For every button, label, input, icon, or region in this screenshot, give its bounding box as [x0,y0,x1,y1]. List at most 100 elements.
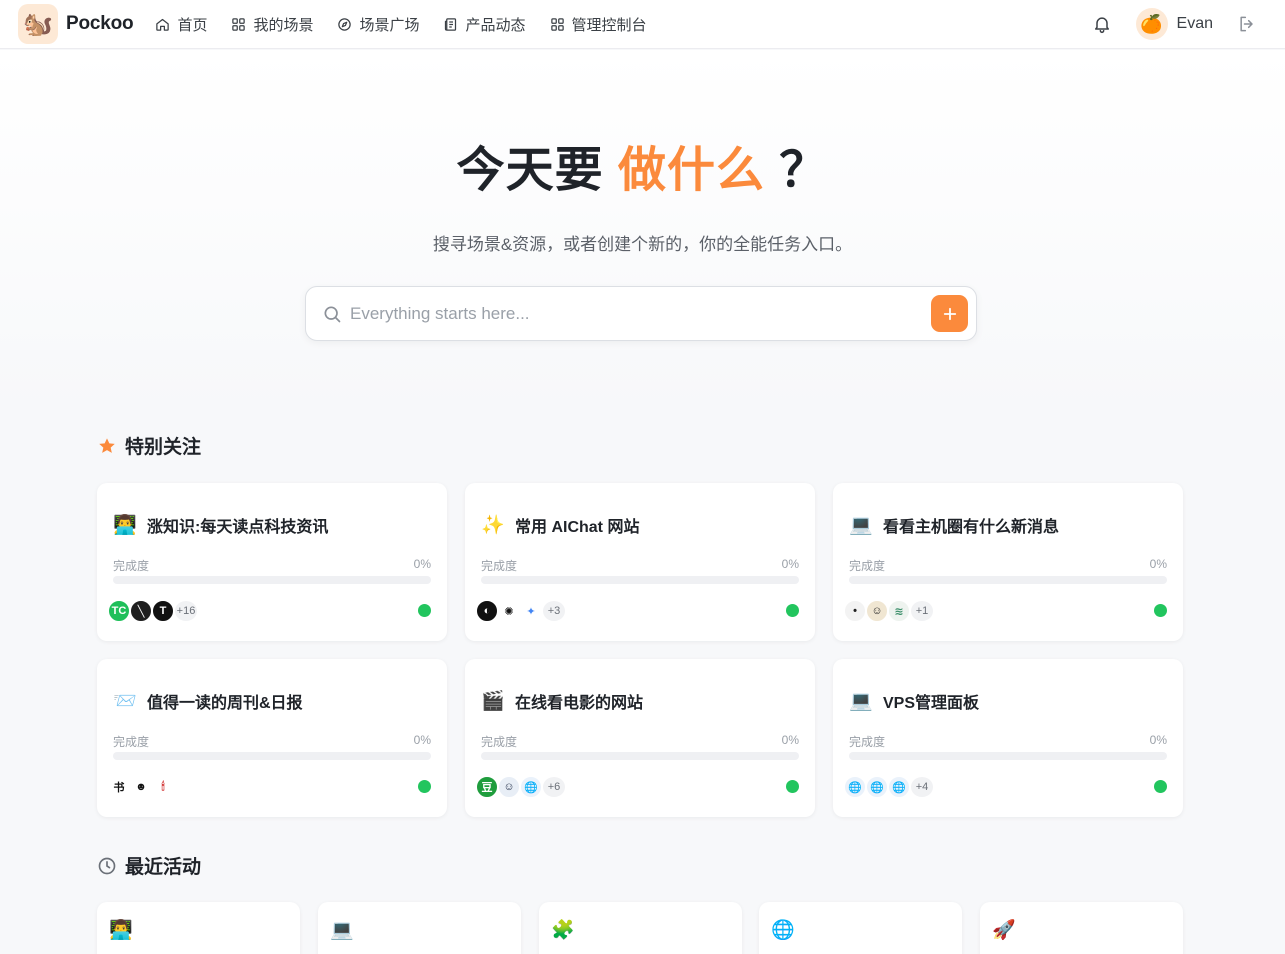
resource-icon: ≋ [887,599,911,623]
recent-activity-card[interactable]: 💻 [318,902,521,954]
progress-value: 0% [413,733,431,747]
progress-value: 0% [781,733,799,747]
more-resources-badge: +3 [541,599,567,623]
recent-activity-card[interactable]: 🚀 [980,902,1183,954]
logout-icon[interactable] [1237,14,1257,34]
scene-card[interactable]: 💻 看看主机圈有什么新消息 完成度 0% • ☺ ≋ +1 [833,483,1183,641]
progress-value: 0% [781,557,799,571]
progress-bar [849,576,1167,584]
scene-emoji-icon: 🚀 [992,920,1016,941]
resource-icon: 🌐 [865,775,889,799]
resource-icons: 🌐 🌐 🌐 +4 [843,775,935,799]
resource-icon: 🌐 [887,775,911,799]
progress-value: 0% [1149,557,1167,571]
create-scene-button[interactable] [931,295,968,332]
more-resources-badge: +16 [173,599,199,623]
status-indicator [418,604,431,617]
progress-label: 完成度 [481,559,518,573]
scene-emoji-icon: 🌐 [771,920,795,941]
nav-item-my-scenes[interactable]: 我的场景 [231,14,313,35]
resource-icon: 🕯 [151,775,175,799]
scene-title: VPS管理面板 [883,695,980,712]
search-input[interactable] [350,303,910,324]
progress-bar [113,576,431,584]
hero-subtitle: 搜寻场景&资源，或者创建个新的，你的全能任务入口。 [432,235,853,254]
section-title-text: 特别关注 [125,437,202,458]
scene-card[interactable]: 🎬 在线看电影的网站 完成度 0% 豆 ☺ 🌐 +6 [465,659,815,817]
scene-card[interactable]: 📨 值得一读的周刊&日报 完成度 0% 书 ☻ 🕯 [97,659,447,817]
favorites-section-title: 特别关注 [97,432,201,459]
resource-icons: TC ╲ T +16 [107,599,199,623]
app-logo: 🐿️ [18,4,58,44]
scene-emoji-icon: 🎬 [481,691,505,712]
status-indicator [418,780,431,793]
nav-item-label: 产品动态 [465,16,526,34]
nav-item-product-news[interactable]: 产品动态 [443,14,526,35]
nav-item-admin-console[interactable]: 管理控制台 [550,14,647,35]
progress-label: 完成度 [849,735,886,749]
clock-icon [98,857,116,874]
progress-bar [481,576,799,584]
resource-icon: T [151,599,175,623]
avatar[interactable]: 🍊 [1135,8,1168,40]
section-title-text: 最近活动 [125,857,202,878]
progress-label: 完成度 [113,735,150,749]
card-header: 🎬 在线看电影的网站 [481,689,643,713]
recent-activity-card[interactable]: 🌐 [759,902,962,954]
hero-title-accent: 做什么 [617,144,765,197]
more-resources-badge: +6 [541,775,567,799]
scene-title: 常用 AIChat 网站 [515,519,640,536]
recent-section-title: 最近活动 [97,852,201,879]
app-name: Pockoo [66,13,134,34]
recent-activity-card[interactable]: 🧩 [539,902,742,954]
progress-value: 0% [413,557,431,571]
star-icon [99,437,115,453]
resource-icons: 书 ☻ 🕯 [107,775,175,799]
nav-item-label: 场景广场 [359,16,420,34]
bell-icon[interactable] [1092,14,1112,34]
scene-emoji-icon: 👨‍💻 [109,920,133,941]
progress-bar [481,752,799,760]
scene-emoji-icon: 🧩 [551,920,575,941]
scene-card[interactable]: ✨ 常用 AIChat 网站 完成度 0% ◐ ✺ ✦ +3 [465,483,815,641]
user-name[interactable]: Evan [1177,15,1213,33]
grid-icon [232,17,246,31]
progress-bar [849,752,1167,760]
search-icon [324,306,341,322]
status-indicator [1154,780,1167,793]
main-nav: 首页 我的场景 场景广场 产品动态 管理控制台 [155,14,670,35]
scene-emoji-icon: 💻 [849,515,873,536]
resource-icon: ╲ [129,599,153,623]
news-icon [445,17,457,31]
user-area: 🍊 Evan [1092,8,1257,40]
card-header: 💻 VPS管理面板 [849,689,979,713]
nav-item-label: 管理控制台 [571,16,647,34]
nav-item-label: 我的场景 [253,16,314,34]
compass-icon [338,17,352,31]
nav-item-home[interactable]: 首页 [155,14,207,35]
resource-icon: 🌐 [519,775,543,799]
resource-icon: ◐ [475,599,499,623]
progress-label: 完成度 [113,559,150,573]
card-header: 📨 值得一读的周刊&日报 [113,689,303,713]
scene-title: 涨知识:每天读点科技资讯 [147,519,329,536]
hero-title-prefix: 今天要 [456,144,604,197]
scene-emoji-icon: 💻 [330,920,354,941]
nav-item-scene-plaza[interactable]: 场景广场 [337,14,419,35]
brand[interactable]: 🐿️ Pockoo [18,4,134,44]
recent-activity-card[interactable]: 👨‍💻 [97,902,300,954]
scene-card[interactable]: 💻 VPS管理面板 完成度 0% 🌐 🌐 🌐 +4 [833,659,1183,817]
resource-icon: ✦ [519,599,543,623]
card-header: ✨ 常用 AIChat 网站 [481,513,639,537]
grid-icon [550,17,564,31]
resource-icon: TC [107,599,131,623]
resource-icon: ☺ [865,599,889,623]
scene-title: 值得一读的周刊&日报 [147,695,303,712]
top-navigation-bar: 🐿️ Pockoo 首页 我的场景 场景广场 产品动态 管理控制台 🍊 Evan [0,0,1285,49]
hero-title: 今天要 做什么 ？ [0,130,1285,200]
nav-item-label: 首页 [177,16,208,34]
progress-label: 完成度 [481,735,518,749]
home-icon [156,18,170,31]
scene-card[interactable]: 👨‍💻 涨知识:每天读点科技资讯 完成度 0% TC ╲ T +16 [97,483,447,641]
plus-icon [943,307,956,320]
